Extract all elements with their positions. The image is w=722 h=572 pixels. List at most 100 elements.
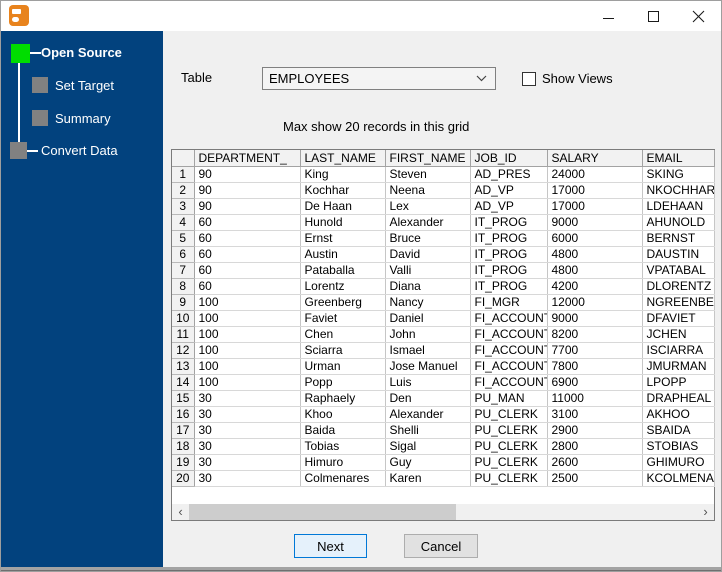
table-cell[interactable]: FI_ACCOUNT — [470, 374, 548, 391]
table-cell[interactable]: SBAIDA — [642, 422, 715, 439]
table-cell[interactable]: 8200 — [547, 326, 643, 343]
table-cell[interactable]: Neena — [385, 182, 471, 199]
table-cell[interactable]: LPOPP — [642, 374, 715, 391]
scroll-right-icon[interactable]: › — [697, 504, 714, 520]
table-cell[interactable]: PU_MAN — [470, 390, 548, 407]
table-cell[interactable]: Urman — [300, 358, 386, 375]
table-cell[interactable]: FI_ACCOUNT — [470, 342, 548, 359]
table-cell[interactable]: Austin — [300, 246, 386, 263]
row-number-cell[interactable]: 16 — [172, 406, 195, 423]
table-row[interactable]: 4 60 Hunold Alexander IT_PROG 9000 AHUNOLD — [172, 214, 715, 231]
table-cell[interactable]: 30 — [194, 470, 301, 487]
column-header[interactable]: LAST_NAME — [300, 150, 386, 167]
table-cell[interactable]: Greenberg — [300, 294, 386, 311]
cancel-button[interactable]: Cancel — [404, 534, 478, 558]
table-cell[interactable]: LDEHAAN — [642, 198, 715, 215]
column-header[interactable]: JOB_ID — [470, 150, 548, 167]
table-cell[interactable]: Valli — [385, 262, 471, 279]
table-cell[interactable]: David — [385, 246, 471, 263]
table-cell[interactable]: VPATABAL — [642, 262, 715, 279]
table-cell[interactable]: Faviet — [300, 310, 386, 327]
table-cell[interactable]: 7800 — [547, 358, 643, 375]
table-cell[interactable]: DAUSTIN — [642, 246, 715, 263]
table-cell[interactable]: Shelli — [385, 422, 471, 439]
table-cell[interactable]: Lorentz — [300, 278, 386, 295]
table-cell[interactable]: Jose Manuel — [385, 358, 471, 375]
row-number-cell[interactable]: 18 — [172, 438, 195, 455]
scroll-left-icon[interactable]: ‹ — [172, 504, 189, 520]
table-cell[interactable]: 2500 — [547, 470, 643, 487]
row-number-cell[interactable]: 12 — [172, 342, 195, 359]
table-cell[interactable]: Ismael — [385, 342, 471, 359]
row-number-cell[interactable]: 19 — [172, 454, 195, 471]
table-cell[interactable]: Alexander — [385, 214, 471, 231]
table-cell[interactable]: 30 — [194, 438, 301, 455]
table-row[interactable]: 5 60 Ernst Bruce IT_PROG 6000 BERNST — [172, 230, 715, 247]
table-row[interactable]: 2 90 Kochhar Neena AD_VP 17000 NKOCHHAR — [172, 182, 715, 199]
table-cell[interactable]: NKOCHHAR — [642, 182, 715, 199]
row-number-cell[interactable]: 17 — [172, 422, 195, 439]
row-number-cell[interactable]: 15 — [172, 390, 195, 407]
table-cell[interactable]: PU_CLERK — [470, 406, 548, 423]
scrollbar-thumb[interactable] — [189, 504, 456, 520]
table-cell[interactable]: FI_ACCOUNT — [470, 310, 548, 327]
table-cell[interactable]: DFAVIET — [642, 310, 715, 327]
table-cell[interactable]: 2600 — [547, 454, 643, 471]
table-cell[interactable]: 12000 — [547, 294, 643, 311]
table-cell[interactable]: IT_PROG — [470, 230, 548, 247]
row-number-cell[interactable]: 11 — [172, 326, 195, 343]
table-cell[interactable]: Pataballa — [300, 262, 386, 279]
table-row[interactable]: 6 60 Austin David IT_PROG 4800 DAUSTIN — [172, 246, 715, 263]
table-cell[interactable]: Himuro — [300, 454, 386, 471]
table-cell[interactable]: FI_MGR — [470, 294, 548, 311]
table-cell[interactable]: 90 — [194, 182, 301, 199]
table-cell[interactable]: AHUNOLD — [642, 214, 715, 231]
table-cell[interactable]: Nancy — [385, 294, 471, 311]
column-header[interactable]: EMAIL — [642, 150, 715, 167]
table-cell[interactable]: 2800 — [547, 438, 643, 455]
row-number-header[interactable] — [172, 150, 195, 167]
table-cell[interactable]: FI_ACCOUNT — [470, 358, 548, 375]
table-cell[interactable]: AD_VP — [470, 198, 548, 215]
table-row[interactable]: 19 30 Himuro Guy PU_CLERK 2600 GHIMURO — [172, 454, 715, 471]
table-row[interactable]: 10 100 Faviet Daniel FI_ACCOUNT 9000 DFAVIET — [172, 310, 715, 327]
table-cell[interactable]: Baida — [300, 422, 386, 439]
table-cell[interactable]: AD_PRES — [470, 166, 548, 183]
table-cell[interactable]: KCOLMENA — [642, 470, 715, 487]
horizontal-scrollbar[interactable]: ‹ › — [172, 504, 714, 520]
table-cell[interactable]: 60 — [194, 278, 301, 295]
table-cell[interactable]: STOBIAS — [642, 438, 715, 455]
table-row[interactable]: 7 60 Pataballa Valli IT_PROG 4800 VPATABAL — [172, 262, 715, 279]
show-views-checkbox[interactable] — [522, 72, 536, 86]
table-cell[interactable]: 17000 — [547, 198, 643, 215]
column-header[interactable]: DEPARTMENT_ — [194, 150, 301, 167]
table-row[interactable]: 18 30 Tobias Sigal PU_CLERK 2800 STOBIAS — [172, 438, 715, 455]
table-cell[interactable]: Alexander — [385, 406, 471, 423]
table-select[interactable]: EMPLOYEES — [262, 67, 496, 90]
table-cell[interactable]: IT_PROG — [470, 262, 548, 279]
table-cell[interactable]: DLORENTZ — [642, 278, 715, 295]
table-cell[interactable]: JMURMAN — [642, 358, 715, 375]
table-cell[interactable]: Karen — [385, 470, 471, 487]
table-cell[interactable]: AD_VP — [470, 182, 548, 199]
row-number-cell[interactable]: 7 — [172, 262, 195, 279]
table-row[interactable]: 1 90 King Steven AD_PRES 24000 SKING — [172, 166, 715, 183]
table-cell[interactable]: 2900 — [547, 422, 643, 439]
table-cell[interactable]: Lex — [385, 198, 471, 215]
table-cell[interactable]: Hunold — [300, 214, 386, 231]
table-cell[interactable]: Khoo — [300, 406, 386, 423]
table-cell[interactable]: 100 — [194, 342, 301, 359]
table-cell[interactable]: JCHEN — [642, 326, 715, 343]
column-header[interactable]: FIRST_NAME — [385, 150, 471, 167]
table-cell[interactable]: PU_CLERK — [470, 454, 548, 471]
table-cell[interactable]: Popp — [300, 374, 386, 391]
row-number-cell[interactable]: 14 — [172, 374, 195, 391]
table-cell[interactable]: PU_CLERK — [470, 422, 548, 439]
row-number-cell[interactable]: 3 — [172, 198, 195, 215]
table-cell[interactable]: 24000 — [547, 166, 643, 183]
table-cell[interactable]: GHIMURO — [642, 454, 715, 471]
table-cell[interactable]: PU_CLERK — [470, 470, 548, 487]
table-cell[interactable]: Guy — [385, 454, 471, 471]
table-row[interactable]: 3 90 De Haan Lex AD_VP 17000 LDEHAAN — [172, 198, 715, 215]
close-button[interactable] — [676, 1, 721, 31]
